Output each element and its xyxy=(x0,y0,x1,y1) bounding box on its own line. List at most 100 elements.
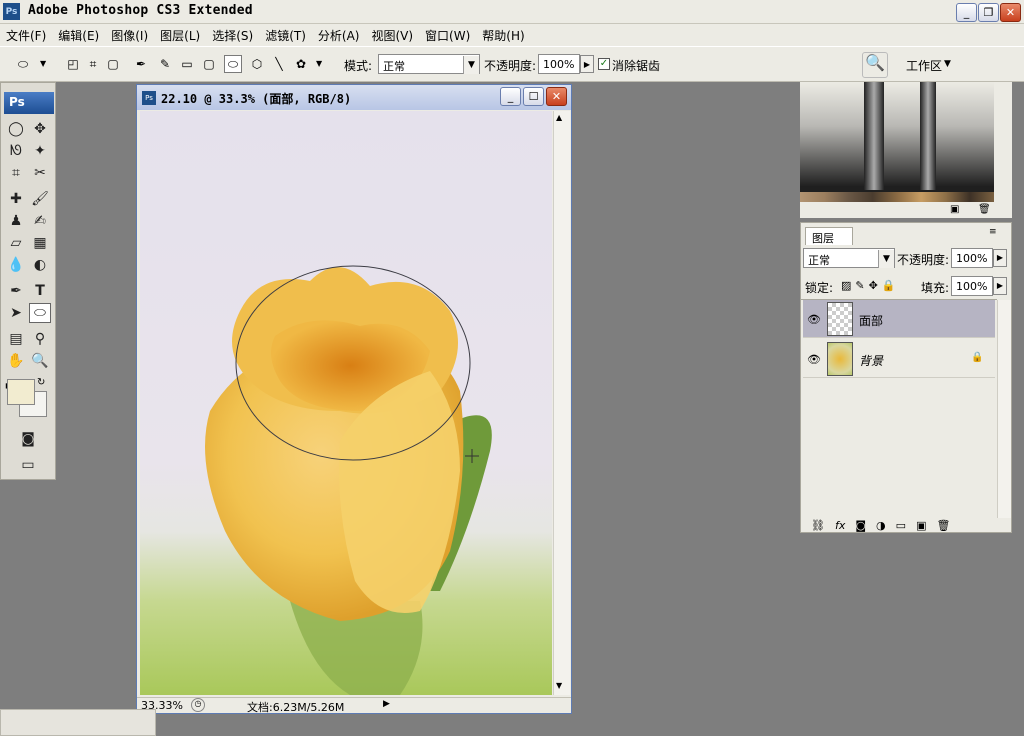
freeform-pen-icon[interactable]: ✎ xyxy=(156,55,174,73)
doc-close-button[interactable]: ✕ xyxy=(546,87,567,106)
slice-tool-icon[interactable]: ✂ xyxy=(29,163,51,183)
app-title: Adobe Photoshop CS3 Extended xyxy=(28,3,253,18)
new-swatch-icon[interactable]: ▣ xyxy=(950,204,959,215)
path-selection-icon[interactable]: ➤ xyxy=(5,303,27,323)
layer-row-face[interactable]: 👁 面部 xyxy=(803,300,995,338)
trash-icon[interactable]: 🗑 xyxy=(978,204,991,215)
marquee-tool-icon[interactable]: ◯ xyxy=(5,119,27,139)
vertical-scrollbar[interactable]: ▲ ▼ xyxy=(553,111,570,695)
history-brush-icon[interactable]: ✍ xyxy=(29,211,51,231)
doc-minimize-button[interactable]: _ xyxy=(500,87,521,106)
tab-layers[interactable]: 图层 ✕ xyxy=(805,227,853,259)
close-button[interactable]: ✕ xyxy=(1000,3,1021,22)
layer-opacity-input[interactable]: 100% xyxy=(951,248,993,268)
workspace-button[interactable]: 工作区 xyxy=(906,57,942,74)
pen-tool-icon[interactable]: ✒ xyxy=(5,281,27,301)
menu-image[interactable]: 图像(I) xyxy=(111,27,148,44)
options-bar: ⬭ ▼ ◰ ⌗ ▢ ✒ ✎ ▭ ▢ ⬭ ⬡ ╲ ✿ ▼ 模式: 正常 ▼ 不透明… xyxy=(0,46,1024,82)
trash-icon[interactable]: 🗑 xyxy=(936,519,950,532)
gradient-tool-icon[interactable]: ▦ xyxy=(29,233,51,253)
lasso-tool-icon[interactable]: ᘚ xyxy=(5,141,27,161)
ellipse-icon[interactable]: ⬭ xyxy=(224,55,242,73)
opacity-arrow-icon[interactable]: ▶ xyxy=(993,249,1007,267)
doc-maximize-button[interactable]: ☐ xyxy=(523,87,544,106)
rounded-rectangle-icon[interactable]: ▢ xyxy=(200,55,218,73)
menu-help[interactable]: 帮助(H) xyxy=(482,27,524,44)
visibility-eye-icon[interactable]: 👁 xyxy=(807,353,821,366)
visibility-eye-icon[interactable]: 👁 xyxy=(807,313,821,326)
menu-layer[interactable]: 图层(L) xyxy=(160,27,200,44)
new-layer-icon[interactable]: ▣ xyxy=(916,519,926,532)
foreground-color-swatch[interactable] xyxy=(7,379,35,405)
antialias-checkbox[interactable]: ✓ xyxy=(598,58,610,70)
mode-value: 正常 xyxy=(383,60,405,73)
document-icon: Ps xyxy=(142,91,156,105)
menu-analysis[interactable]: 分析(A) xyxy=(318,27,360,44)
fill-label: 填充: xyxy=(921,281,950,295)
magic-wand-icon[interactable]: ✦ xyxy=(29,141,51,161)
menu-select[interactable]: 选择(S) xyxy=(212,27,253,44)
blend-mode-select[interactable]: 正常 ▼ xyxy=(803,248,895,268)
mask-icon[interactable]: ◙ xyxy=(855,519,866,532)
photoshop-logo-icon: Ps xyxy=(3,3,20,20)
scroll-down-icon[interactable]: ▼ xyxy=(556,681,562,690)
scroll-up-icon[interactable]: ▲ xyxy=(556,113,562,122)
folder-icon[interactable]: ▭ xyxy=(896,519,906,532)
zoom-tool-icon[interactable]: 🔍 xyxy=(29,351,51,371)
polygon-icon[interactable]: ⬡ xyxy=(248,55,266,73)
shape-layers-icon[interactable]: ◰ xyxy=(64,55,82,73)
preset-dropdown-icon[interactable]: ▼ xyxy=(40,59,46,68)
menu-filter[interactable]: 滤镜(T) xyxy=(265,27,306,44)
fx-icon[interactable]: fx xyxy=(835,519,845,532)
notes-tool-icon[interactable]: ▤ xyxy=(5,329,27,349)
paths-icon[interactable]: ⌗ xyxy=(84,55,102,73)
minimize-button[interactable]: _ xyxy=(956,3,977,22)
hand-tool-icon[interactable]: ✋ xyxy=(5,351,27,371)
menu-edit[interactable]: 编辑(E) xyxy=(58,27,99,44)
document-window: Ps 22.10 @ 33.3% (面部, RGB/8) _ ☐ ✕ ▲ ▼ 3… xyxy=(136,84,572,714)
fill-input[interactable]: 100% xyxy=(951,276,993,296)
blur-tool-icon[interactable]: 💧 xyxy=(5,255,27,275)
menu-window[interactable]: 窗口(W) xyxy=(425,27,470,44)
layer-row-background[interactable]: 👁 背景 🔒 xyxy=(803,340,995,378)
adjustment-icon[interactable]: ◑ xyxy=(876,519,886,532)
panel-menu-icon[interactable]: ≡ xyxy=(989,227,997,237)
layers-panel: 图层 ✕ ≡ 正常 ▼ 不透明度: 100% ▶ 锁定: ▨✎✥🔒 填充: 10… xyxy=(800,222,1012,533)
status-arrow-icon[interactable]: ▶ xyxy=(383,699,390,709)
screen-mode-icon[interactable]: ▭ xyxy=(17,455,39,475)
ellipse-tool-preset-icon[interactable]: ⬭ xyxy=(14,55,32,73)
layers-scrollbar[interactable] xyxy=(997,300,1011,518)
crop-tool-icon[interactable]: ⌗ xyxy=(5,163,27,183)
restore-button[interactable]: ❐ xyxy=(978,3,999,22)
line-icon[interactable]: ╲ xyxy=(270,55,288,73)
type-tool-icon[interactable]: T xyxy=(29,281,51,301)
shape-dropdown-icon[interactable]: ▼ xyxy=(316,59,322,68)
pen-tool-icon[interactable]: ✒ xyxy=(132,55,150,73)
brush-tool-icon[interactable]: 🖌 xyxy=(29,189,51,209)
ellipse-shape-tool-icon[interactable]: ⬭ xyxy=(29,303,51,323)
swatch-row[interactable] xyxy=(800,192,994,202)
rectangle-icon[interactable]: ▭ xyxy=(178,55,196,73)
file-browser-icon[interactable]: 🔍 xyxy=(862,52,888,78)
eyedropper-icon[interactable]: ⚲ xyxy=(29,329,51,349)
swap-colors-icon[interactable]: ↻ xyxy=(37,377,45,388)
fill-arrow-icon[interactable]: ▶ xyxy=(993,277,1007,295)
status-menu-icon[interactable]: ◷ xyxy=(191,698,205,712)
quick-mask-icon[interactable]: ◙ xyxy=(17,429,39,449)
menu-file[interactable]: 文件(F) xyxy=(6,27,46,44)
move-tool-icon[interactable]: ✥ xyxy=(29,119,51,139)
healing-brush-icon[interactable]: ✚ xyxy=(5,189,27,209)
opacity-input[interactable]: 100% xyxy=(538,54,580,74)
custom-shape-icon[interactable]: ✿ xyxy=(292,55,310,73)
clone-stamp-icon[interactable]: ♟ xyxy=(5,211,27,231)
link-icon[interactable]: ⛓ xyxy=(811,519,825,532)
workspace-dropdown-icon[interactable]: ▼ xyxy=(944,59,951,69)
lock-icons[interactable]: ▨✎✥🔒 xyxy=(841,279,900,292)
menu-view[interactable]: 视图(V) xyxy=(371,27,413,44)
dodge-tool-icon[interactable]: ◐ xyxy=(29,255,51,275)
eraser-tool-icon[interactable]: ▱ xyxy=(5,233,27,253)
opacity-arrow-icon[interactable]: ▶ xyxy=(580,55,594,73)
canvas[interactable] xyxy=(140,111,552,695)
fill-pixels-icon[interactable]: ▢ xyxy=(104,55,122,73)
mode-select[interactable]: 正常 ▼ xyxy=(378,54,480,74)
